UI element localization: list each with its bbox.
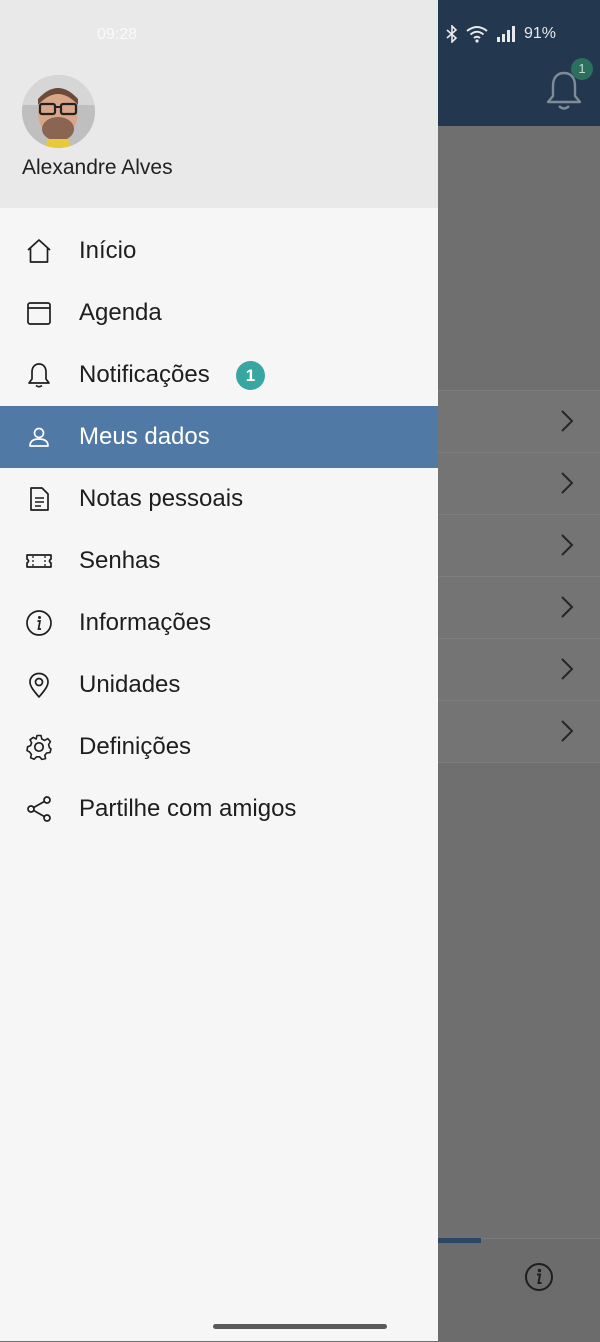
list-item[interactable] (438, 576, 600, 638)
home-icon (27, 239, 51, 263)
menu-item-label: Unidades (79, 671, 181, 698)
menu-item-notas-pessoais[interactable]: Notas pessoais (0, 468, 438, 530)
menu-item-unidades[interactable]: Unidades (0, 654, 438, 716)
list-item[interactable] (438, 700, 600, 763)
bottom-tab-bar (438, 1238, 600, 1342)
status-time: 09:28 (97, 26, 138, 43)
home-indicator[interactable] (213, 1324, 387, 1329)
menu-item-meus-dados[interactable]: Meus dados (0, 406, 438, 468)
menu-item-definicoes[interactable]: Definições (0, 716, 438, 778)
chevron-right-icon (561, 658, 574, 680)
location-pin-icon (29, 672, 49, 698)
document-icon (30, 487, 49, 511)
menu-item-label: Agenda (79, 299, 162, 326)
menu-item-partilhe[interactable]: Partilhe com amigos (0, 778, 438, 840)
chevron-right-icon (561, 596, 574, 618)
chevron-right-icon (561, 720, 574, 742)
menu-item-label: Partilhe com amigos (79, 795, 297, 822)
menu-item-informacoes[interactable]: Informações (0, 592, 438, 654)
chevron-right-icon (561, 534, 574, 556)
calendar-icon (27, 302, 51, 325)
bluetooth-icon (446, 25, 458, 43)
person-icon (29, 427, 49, 447)
chevron-right-icon (561, 472, 574, 494)
user-name: Alexandre Alves (22, 156, 173, 179)
list-item[interactable] (438, 452, 600, 514)
menu-item-label: Início (79, 237, 137, 264)
ticket-icon (26, 554, 52, 568)
notification-count-badge: 1 (571, 58, 593, 80)
status-icons: 91% (446, 22, 556, 46)
avatar-photo (22, 75, 95, 148)
menu-item-label: Definições (79, 733, 192, 760)
list-item[interactable] (438, 514, 600, 576)
menu-item-senhas[interactable]: Senhas (0, 530, 438, 592)
info-icon (26, 610, 52, 636)
drawer-menu: Início Agenda Notificações 1 Meus dados … (0, 220, 438, 840)
avatar[interactable] (22, 75, 95, 148)
menu-item-label: Informações (79, 609, 212, 636)
drawer-header: 09:28 Alexandre Alves (0, 0, 438, 208)
wifi-icon (466, 26, 488, 43)
list-item[interactable] (438, 638, 600, 700)
signal-icon (497, 26, 515, 42)
tab-indicator (438, 1238, 481, 1243)
menu-item-inicio[interactable]: Início (0, 220, 438, 282)
menu-item-label: Notas pessoais (79, 485, 244, 512)
battery-level: 91% (524, 25, 557, 42)
menu-item-notificacoes[interactable]: Notificações 1 (0, 344, 438, 406)
bell-icon (28, 363, 50, 388)
gear-icon (26, 734, 52, 761)
menu-item-agenda[interactable]: Agenda (0, 282, 438, 344)
app-list (438, 390, 600, 763)
notification-badge: 1 (236, 361, 265, 390)
list-item[interactable] (438, 390, 600, 452)
info-tab-icon[interactable] (524, 1262, 554, 1292)
chevron-right-icon (561, 410, 574, 432)
menu-item-label: Meus dados (79, 423, 210, 450)
menu-item-label: Notificações (79, 361, 210, 388)
share-icon (27, 796, 51, 822)
menu-item-label: Senhas (79, 547, 161, 574)
navigation-drawer: 09:28 Alexandre Alves Início Agenda Noti… (0, 0, 438, 1341)
